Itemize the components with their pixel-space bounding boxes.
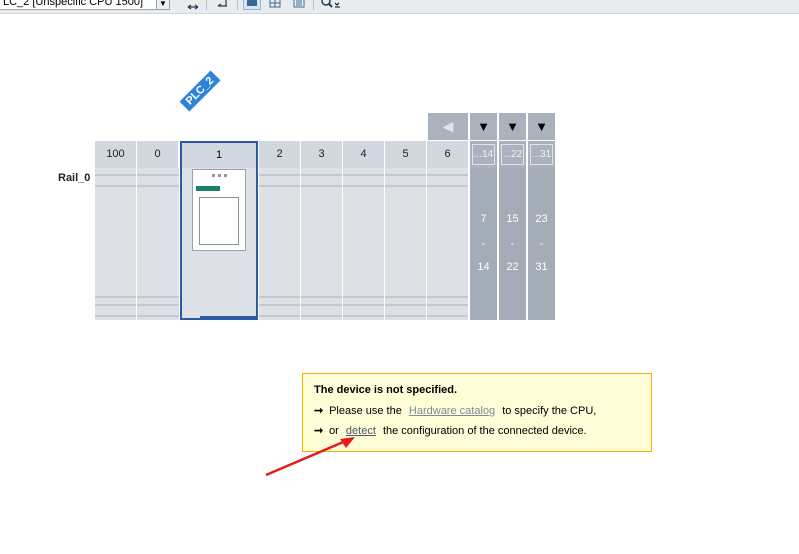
slot-header-6[interactable]: 6 [427, 141, 469, 168]
plc-name-tag[interactable]: PLC_2 [179, 70, 221, 112]
led-icon [212, 174, 215, 177]
arrow-right-icon: ➞ [314, 405, 324, 417]
slot-2[interactable] [259, 168, 301, 320]
slot-header-0[interactable]: 0 [137, 141, 179, 168]
annotation-arrow-icon [265, 437, 355, 477]
slot-header-5[interactable]: 5 [385, 141, 427, 168]
slot-header-3[interactable]: 3 [301, 141, 343, 168]
slot-header-4[interactable]: 4 [343, 141, 385, 168]
cpu-display [199, 197, 239, 245]
expansion-header-31[interactable]: ...31 [528, 141, 555, 168]
dropdown-arrow-icon[interactable]: ▼ [156, 0, 170, 10]
info-line-1: ➞ Please use the Hardware catalog to spe… [314, 405, 597, 417]
device-selector[interactable]: LC_2 [Unspecific CPU 1500] [0, 0, 168, 10]
expand-down-icon[interactable]: ▼ [470, 113, 497, 140]
slot-5[interactable] [385, 168, 427, 320]
expansion-slots-15-22[interactable]: 15 - 22 [499, 168, 526, 320]
import-icon[interactable] [214, 0, 232, 10]
slot-header-1[interactable]: 1 [182, 143, 256, 168]
list-icon[interactable] [290, 0, 308, 10]
hardware-catalog-link[interactable]: Hardware catalog [405, 405, 499, 417]
slot-3[interactable] [301, 168, 343, 320]
expansion-slots-7-14[interactable]: 7 - 14 [470, 168, 497, 320]
slot-4[interactable] [343, 168, 385, 320]
vendor-logo [196, 186, 220, 191]
expand-down-icon[interactable]: ▼ [528, 113, 555, 140]
network-icon[interactable] [243, 0, 261, 10]
expansion-header-14[interactable]: ...14 [470, 141, 497, 168]
swap-icon[interactable] [184, 0, 202, 10]
expansion-header-22[interactable]: ...22 [499, 141, 526, 168]
toolbar: LC_2 [Unspecific CPU 1500] ▼ [0, 0, 799, 14]
expansion-slots-23-31[interactable]: 23 - 31 [528, 168, 555, 320]
led-icon [224, 174, 227, 177]
cpu-module[interactable] [192, 169, 246, 251]
grid-icon[interactable] [266, 0, 284, 10]
expand-down-icon[interactable]: ▼ [499, 113, 526, 140]
slot-6[interactable] [427, 168, 469, 320]
slot-header-100[interactable]: 100 [95, 141, 137, 168]
slot-100[interactable] [95, 168, 137, 320]
nav-left-icon[interactable]: ◀ [428, 113, 468, 140]
slot-0[interactable] [137, 168, 180, 320]
zoom-icon[interactable] [318, 0, 344, 10]
led-icon [218, 174, 221, 177]
slot-header-2[interactable]: 2 [259, 141, 301, 168]
slot-1-selected[interactable]: 1 [180, 141, 258, 320]
info-title: The device is not specified. [314, 384, 458, 396]
rail-label: Rail_0 [58, 172, 91, 184]
